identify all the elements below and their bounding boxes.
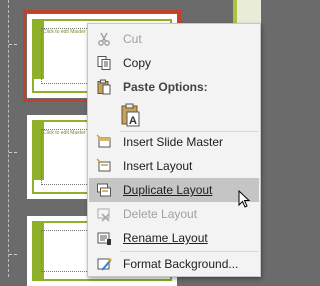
menu-item-rename-layout[interactable]: Rename Layout [89, 226, 259, 250]
context-menu: Cut Copy Paste Options: A Insert Slide M… [87, 23, 261, 277]
thumbnail-connector-tick [9, 44, 17, 45]
menu-item-insert-layout[interactable]: Insert Layout [89, 154, 259, 178]
menu-item-label: Insert Slide Master [123, 135, 224, 149]
rename-layout-icon [89, 226, 119, 250]
thumbnail-connector-tick [9, 254, 17, 255]
scissors-icon [89, 27, 119, 51]
menu-item-copy[interactable]: Copy [89, 51, 259, 75]
format-background-icon [89, 252, 119, 276]
paste-keep-text-letter: A [129, 115, 137, 127]
menu-item-insert-slide-master[interactable]: Insert Slide Master [89, 130, 259, 154]
menu-item-label: Duplicate Layout [123, 183, 213, 197]
insert-layout-icon [89, 154, 119, 178]
menu-item-cut[interactable]: Cut [89, 27, 259, 51]
menu-item-format-background[interactable]: Format Background... [89, 252, 259, 276]
menu-item-label: Copy [123, 56, 152, 70]
paste-keep-text-only-button[interactable]: A [118, 102, 144, 128]
insert-slide-master-icon [89, 130, 119, 154]
delete-layout-icon [89, 202, 119, 226]
copy-icon [89, 51, 119, 75]
thumbnail-connector-line [8, 0, 9, 277]
menu-item-label: Delete Layout [123, 207, 198, 221]
menu-item-label: Rename Layout [123, 231, 208, 245]
menu-item-duplicate-layout[interactable]: Duplicate Layout [89, 178, 259, 202]
menu-item-delete-layout[interactable]: Delete Layout [89, 202, 259, 226]
menu-item-label: Insert Layout [123, 159, 193, 173]
thumbnail-connector-tick [9, 152, 17, 153]
clipboard-icon [89, 75, 119, 99]
menu-item-label: Cut [123, 32, 142, 46]
duplicate-layout-icon [89, 178, 119, 202]
mouse-pointer-icon [238, 189, 251, 213]
menu-item-paste-options: Paste Options: [89, 75, 259, 99]
menu-item-label: Paste Options: [123, 80, 208, 94]
menu-item-label: Format Background... [123, 257, 239, 271]
